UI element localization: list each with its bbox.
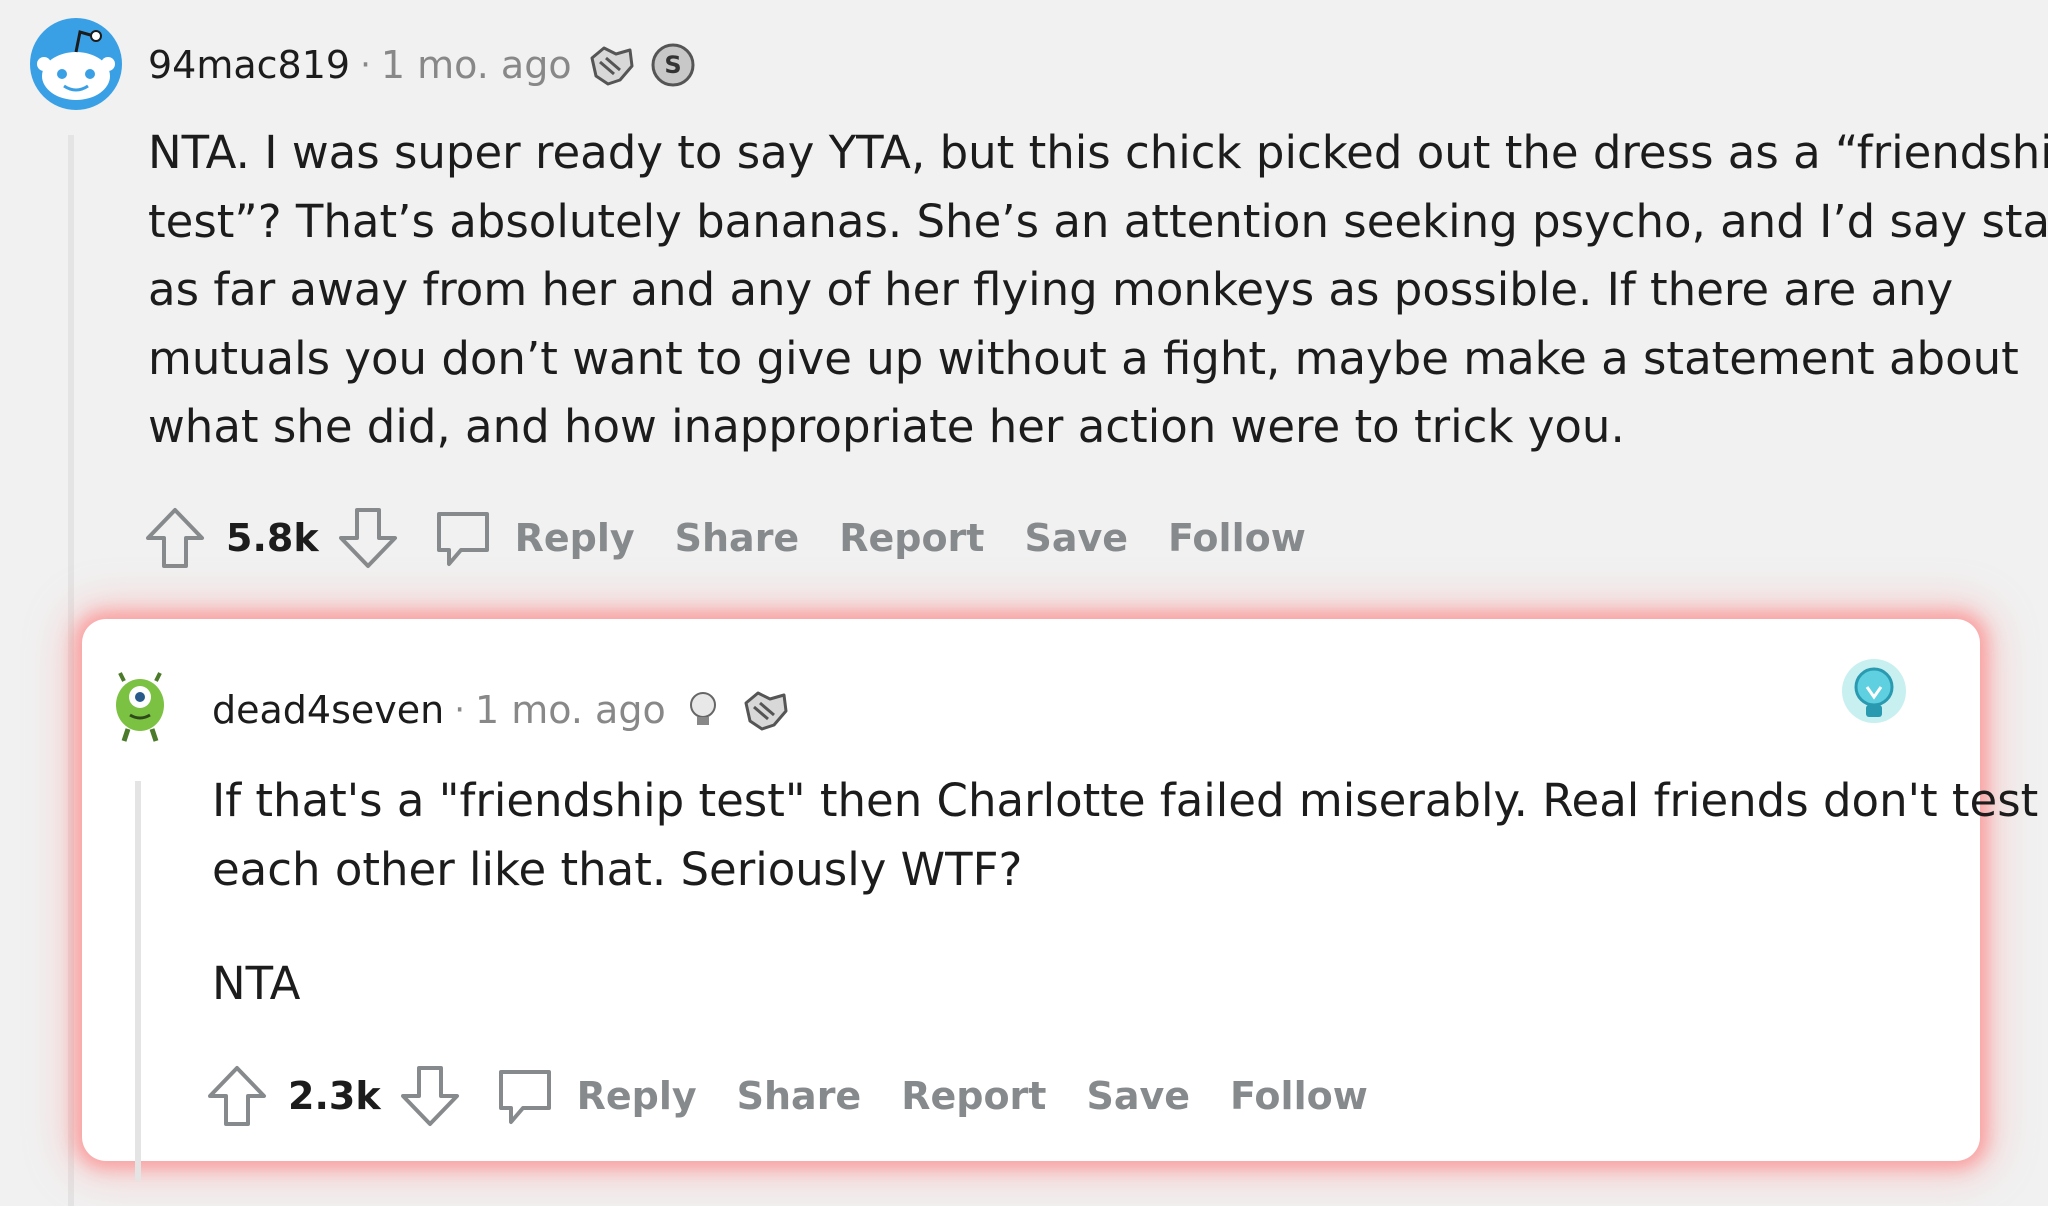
comment-actions: 5.8k Reply Share Report Save Follow [144, 505, 1306, 571]
save-button[interactable]: Save [1024, 516, 1128, 560]
thread-line[interactable] [135, 781, 141, 1181]
username[interactable]: 94mac819 [148, 43, 350, 87]
upvote-icon[interactable] [144, 506, 206, 570]
comment-body: NTA. I was super ready to say YTA, but t… [148, 119, 2048, 462]
separator-dot: · [360, 45, 371, 85]
green-monster-avatar[interactable] [112, 671, 168, 743]
comment-line: mutuals you don’t want to give up withou… [148, 331, 2019, 385]
comment-line: as far away from her and any of her flyi… [148, 263, 1954, 316]
downvote-icon[interactable] [337, 506, 399, 570]
report-button[interactable]: Report [839, 516, 984, 560]
lightbulb-award-icon[interactable] [1839, 657, 1909, 737]
save-button[interactable]: Save [1086, 1074, 1190, 1118]
reply-button[interactable]: Reply [577, 1074, 697, 1118]
comment-line: NTA [212, 957, 301, 1010]
timestamp[interactable]: 1 mo. ago [475, 688, 666, 732]
handshake-award-icon[interactable] [586, 40, 636, 90]
thread-line[interactable] [68, 135, 74, 1206]
timestamp[interactable]: 1 mo. ago [381, 43, 572, 87]
silver-coin-award-icon[interactable]: S [650, 42, 696, 88]
comment-line: test”? That’s absolutely bananas. She’s … [148, 194, 2048, 248]
username[interactable]: dead4seven [212, 688, 444, 732]
lightbulb-award-icon[interactable] [686, 690, 720, 730]
separator-dot: · [454, 690, 466, 730]
downvote-icon[interactable] [399, 1064, 461, 1128]
comment-body: If that's a "friendship test" then Charl… [212, 767, 2039, 1019]
reply-chat-icon[interactable] [493, 1064, 557, 1128]
comment-meta: 94mac819 · 1 mo. ago S [148, 40, 696, 90]
comment-line: each other like that. Seriously WTF? [212, 842, 1023, 896]
report-button[interactable]: Report [901, 1074, 1046, 1118]
comment-line: If that's a "friendship test" then Charl… [212, 774, 2039, 827]
follow-button[interactable]: Follow [1230, 1074, 1368, 1118]
share-button[interactable]: Share [675, 516, 800, 560]
share-button[interactable]: Share [737, 1074, 862, 1118]
comment-meta: dead4seven · 1 mo. ago [212, 685, 790, 735]
reply-chat-icon[interactable] [431, 506, 495, 570]
svg-text:S: S [664, 51, 681, 79]
handshake-award-icon[interactable] [740, 685, 790, 735]
vote-count: 5.8k [226, 516, 319, 560]
comment-actions: 2.3k Reply Share Report Save Follow [206, 1063, 1368, 1129]
follow-button[interactable]: Follow [1168, 516, 1306, 560]
comment-line: NTA. I was super ready to say YTA, but t… [148, 126, 2048, 179]
vote-count: 2.3k [288, 1074, 381, 1118]
reply-button[interactable]: Reply [515, 516, 635, 560]
snoo-avatar[interactable] [28, 16, 124, 112]
upvote-icon[interactable] [206, 1064, 268, 1128]
comment-line: what she did, and how inappropriate her … [148, 400, 1625, 453]
